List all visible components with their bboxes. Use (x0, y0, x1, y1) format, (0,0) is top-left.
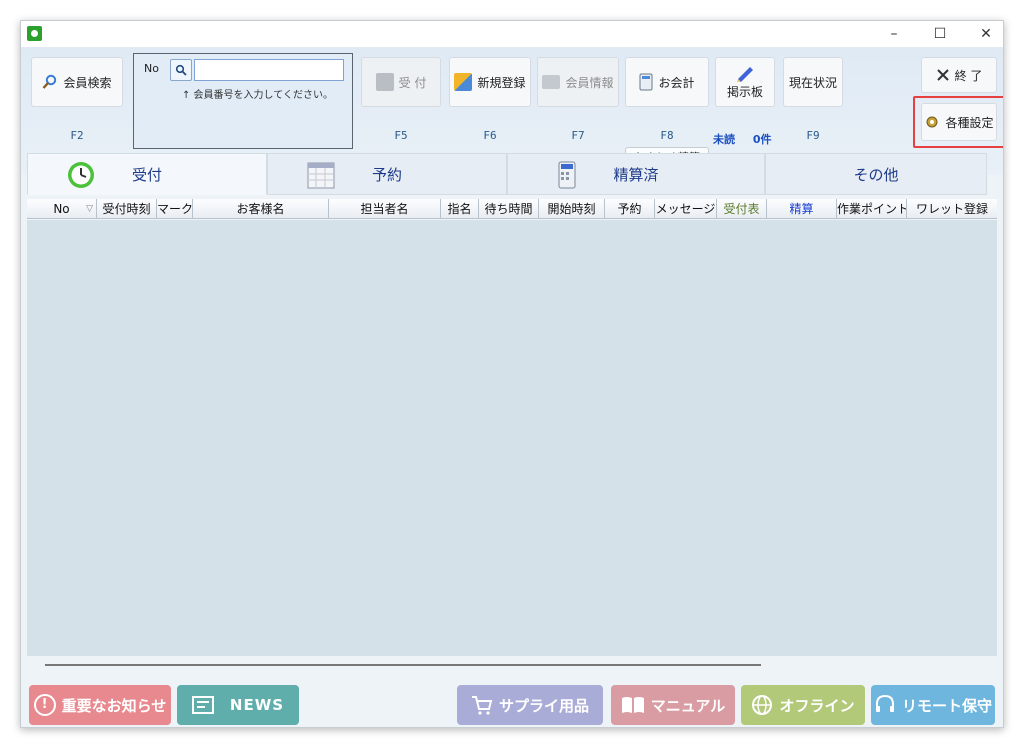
member-search-fkey: F2 (70, 129, 84, 142)
minimize-button[interactable]: – (871, 21, 917, 47)
close-window-button[interactable]: ✕ (963, 21, 1003, 47)
new-register-label: 新規登録 (477, 75, 526, 90)
new-register-button[interactable]: 新規登録 (449, 57, 531, 107)
headset-icon (875, 694, 894, 712)
close-icon (936, 69, 949, 81)
important-notice-label: 重要なお知らせ (61, 696, 167, 715)
footer-bar: ! 重要なお知らせ NEWS サプライ用品 マニュアル オフライン リモート保守 (21, 677, 1003, 727)
member-info-fkey: F7 (571, 129, 585, 142)
magnifier-icon (43, 74, 57, 89)
reception-button[interactable]: 受 付 (361, 57, 441, 107)
title-bar: – ☐ ✕ (21, 21, 1003, 47)
member-info-button[interactable]: 会員情報 (537, 57, 619, 107)
tab-other[interactable]: その他 (765, 153, 987, 195)
tab-other-label: その他 (853, 165, 899, 184)
reception-fkey: F5 (394, 129, 408, 142)
search-no-label: No (144, 62, 159, 75)
current-status-fkey: F9 (806, 129, 820, 142)
scrollbar-thumb[interactable] (45, 664, 761, 666)
checkout-label: お会計 (658, 75, 695, 90)
globe-icon (752, 695, 773, 715)
cart-icon (471, 696, 493, 715)
exit-button[interactable]: 終 了 (921, 57, 997, 93)
calendar-icon (307, 162, 335, 189)
search-icon (175, 64, 187, 76)
manual-label: マニュアル (650, 696, 726, 715)
supply-button[interactable]: サプライ用品 (457, 685, 603, 725)
column-header-reservation[interactable]: 予約 (605, 199, 655, 219)
column-header-mark[interactable]: マーク (157, 199, 193, 219)
checkout-button[interactable]: お会計 (625, 57, 709, 107)
app-logo-icon (27, 26, 42, 41)
new-register-fkey: F6 (483, 129, 497, 142)
tab-settled-label: 精算済 (613, 165, 659, 184)
settings-label: 各種設定 (945, 115, 994, 130)
column-header-customer-name[interactable]: お客様名 (193, 199, 329, 219)
column-header-start-time[interactable]: 開始時刻 (539, 199, 605, 219)
news-label: NEWS (229, 696, 285, 714)
member-search-button[interactable]: 会員検索 (31, 57, 123, 107)
remote-maintenance-button[interactable]: リモート保守 (871, 685, 995, 725)
column-header-reception-slip[interactable]: 受付表 (717, 199, 767, 219)
member-number-search: No ↑ 会員番号を入力してください。 (133, 53, 353, 149)
column-header-work-points[interactable]: 作業ポイント (837, 199, 907, 219)
sort-arrow-icon[interactable]: ▽ (86, 199, 93, 219)
current-status-label: 現在状況 (788, 75, 837, 90)
column-header-settlement[interactable]: 精算 (767, 199, 837, 219)
reception-table-body[interactable] (27, 220, 997, 656)
current-status-button[interactable]: 現在状況 (783, 57, 843, 107)
main-window: – ☐ ✕ 会員検索 F2 No ↑ 会員番号を入力してください。 受 付 F5 (20, 20, 1004, 728)
tab-reservation[interactable]: 予約 (267, 153, 507, 195)
manual-button[interactable]: マニュアル (611, 685, 735, 725)
column-header-nomination[interactable]: 指名 (441, 199, 479, 219)
settings-button[interactable]: 各種設定 (921, 103, 997, 141)
column-header-wallet-register[interactable]: ワレット登録 (907, 199, 997, 219)
clock-icon (68, 162, 94, 188)
tab-bar: 受付 予約 精算済 その他 (27, 153, 997, 195)
news-button[interactable]: NEWS (177, 685, 299, 725)
maximize-button[interactable]: ☐ (917, 21, 963, 47)
unread-count: 未読 0件 (713, 131, 772, 147)
pencil-icon (737, 67, 753, 82)
unread-number: 0件 (752, 133, 772, 146)
exit-label: 終 了 (954, 68, 983, 83)
member-search-label: 会員検索 (63, 75, 112, 90)
new-member-icon (454, 73, 473, 91)
tab-reception[interactable]: 受付 (27, 153, 267, 195)
column-header-staff-name[interactable]: 担当者名 (329, 199, 441, 219)
search-icon-button[interactable] (170, 59, 192, 81)
member-info-label: 会員情報 (565, 75, 614, 90)
bulletin-board-button[interactable]: 掲示板 (715, 57, 775, 107)
reception-table-header: No ▽ 受付時刻 マーク お客様名 担当者名 指名 待ち時間 開始時刻 予約 … (27, 199, 997, 219)
column-header-no[interactable]: No ▽ (27, 199, 97, 219)
newspaper-icon (191, 696, 214, 714)
checkout-fkey: F8 (660, 129, 674, 142)
column-header-wait-time[interactable]: 待ち時間 (479, 199, 539, 219)
bulletin-board-label: 掲示板 (726, 85, 763, 99)
member-number-input[interactable] (194, 59, 344, 81)
remote-maintenance-label: リモート保守 (901, 696, 992, 715)
book-icon (621, 697, 644, 713)
search-hint: ↑ 会員番号を入力してください。 (182, 90, 333, 101)
gear-icon (926, 116, 938, 128)
important-notice-button[interactable]: ! 重要なお知らせ (29, 685, 171, 725)
reception-label: 受 付 (398, 75, 427, 90)
column-header-reception-time[interactable]: 受付時刻 (97, 199, 157, 219)
offline-button[interactable]: オフライン (741, 685, 865, 725)
tab-reservation-label: 予約 (371, 165, 402, 184)
unread-label: 未読 (713, 133, 735, 146)
column-header-message[interactable]: メッセージ (655, 199, 717, 219)
tab-reception-label: 受付 (131, 165, 162, 184)
register-icon (639, 73, 653, 91)
exclamation-icon: ! (33, 694, 56, 716)
offline-label: オフライン (779, 696, 855, 715)
supply-label: サプライ用品 (498, 696, 589, 715)
reception-icon (375, 73, 394, 91)
member-card-icon (542, 75, 561, 89)
horizontal-scrollbar[interactable] (27, 657, 997, 673)
calculator-icon (558, 161, 576, 189)
tab-settled[interactable]: 精算済 (507, 153, 765, 195)
column-label: No (53, 202, 70, 216)
